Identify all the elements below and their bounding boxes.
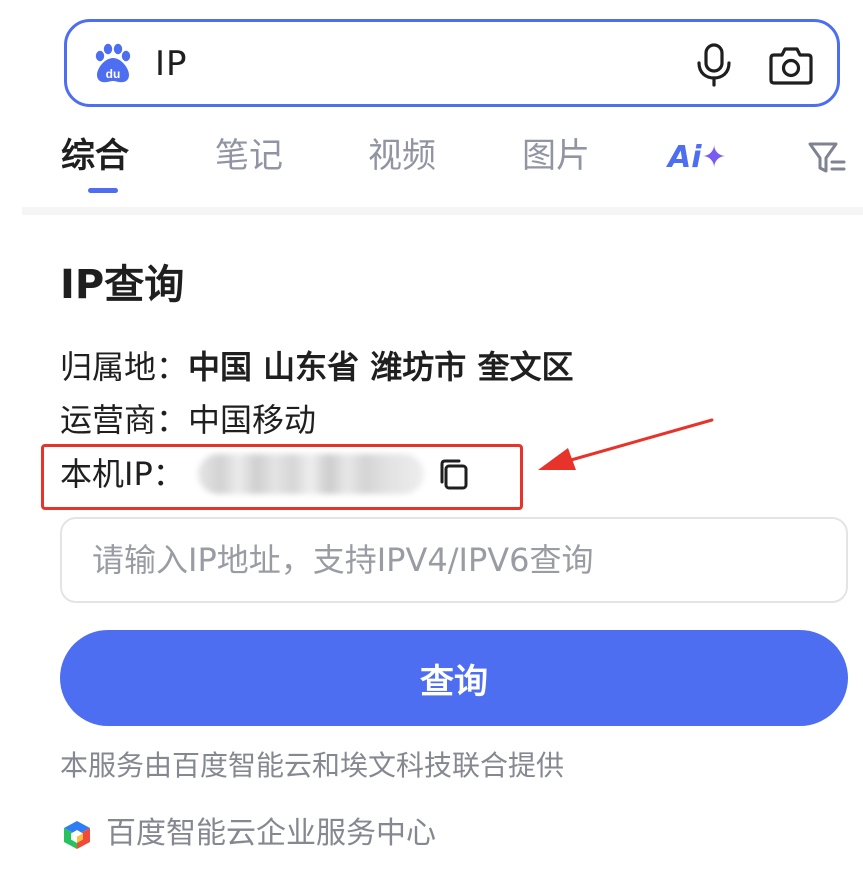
tab-all[interactable]: 综合	[61, 132, 129, 180]
section-divider	[22, 207, 863, 215]
sparkle-icon: ✦	[701, 140, 727, 175]
red-annotation-arrow	[538, 418, 714, 470]
search-tabs: 综合 笔记 视频 图片 Ai✦	[0, 126, 863, 206]
isp-label: 运营商：	[60, 401, 189, 439]
tab-notes[interactable]: 笔记	[215, 132, 283, 180]
location-row: 归属地：中国 山东省 潍坊市 奎文区	[60, 345, 573, 389]
service-provider-note: 本服务由百度智能云和埃文科技联合提供	[60, 749, 565, 782]
ip-address-input[interactable]	[60, 517, 848, 603]
tab-videos[interactable]: 视频	[368, 132, 436, 180]
search-bar[interactable]: du IP	[64, 19, 840, 107]
filter-icon[interactable]	[806, 138, 846, 178]
tab-images[interactable]: 图片	[522, 132, 590, 180]
ip-search-page: du IP 综合 笔记 视频 图片 Ai✦ IP查询 归属地：中国 山东省 潍坊…	[0, 0, 863, 883]
active-tab-indicator	[88, 188, 118, 193]
isp-row: 运营商：中国移动	[60, 398, 316, 442]
baidu-logo-text: du	[106, 67, 121, 81]
baidu-cloud-link-label: 百度智能云企业服务中心	[106, 816, 436, 851]
camera-icon[interactable]	[768, 43, 814, 87]
tab-ai[interactable]: Ai✦	[668, 138, 727, 178]
location-label: 归属地：	[60, 348, 189, 386]
baidu-cloud-logo-icon	[64, 821, 90, 849]
red-highlight-box	[41, 444, 523, 510]
query-button[interactable]: 查询	[60, 630, 848, 726]
microphone-icon[interactable]	[694, 42, 734, 88]
isp-value: 中国移动	[188, 401, 317, 439]
baidu-paw-logo-icon: du	[95, 43, 131, 83]
ai-tab-label: Ai	[668, 140, 702, 175]
location-value: 中国 山东省 潍坊市 奎文区	[188, 348, 574, 386]
ip-card-title: IP查询	[60, 262, 185, 308]
search-query-text[interactable]: IP	[155, 44, 188, 84]
